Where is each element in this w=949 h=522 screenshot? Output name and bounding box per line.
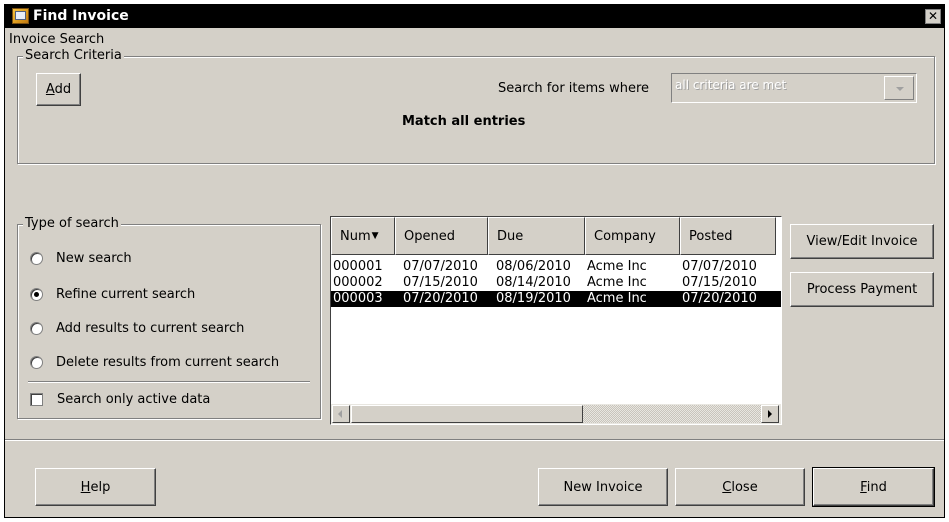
radio-label: Add results to current search	[56, 321, 245, 336]
column-header-posted[interactable]: Posted	[680, 217, 776, 255]
help-label: Help	[81, 480, 111, 495]
table-row[interactable]: 000001 07/07/2010 08/06/2010 Acme Inc 07…	[331, 259, 781, 275]
checkbox-icon[interactable]	[30, 393, 43, 406]
cell-posted: 07/07/2010	[682, 259, 757, 274]
close-label-rest: lose	[731, 479, 758, 495]
cell-due: 08/14/2010	[496, 275, 571, 290]
table-body: 000001 07/07/2010 08/06/2010 Acme Inc 07…	[331, 259, 781, 307]
window-title: Find Invoice	[33, 8, 129, 24]
header-label: Posted	[689, 228, 733, 244]
table-row-selected[interactable]: 000003 07/20/2010 08/19/2010 Acme Inc 07…	[331, 291, 781, 307]
column-header-num[interactable]: Num ▼	[331, 217, 395, 255]
radio-label: Refine current search	[56, 287, 196, 302]
radio-add-results[interactable]: Add results to current search	[30, 321, 244, 336]
type-of-search-group: Type of search New search Refine current…	[17, 216, 321, 419]
view-edit-label: View/Edit Invoice	[806, 234, 918, 249]
radio-label: Delete results from current search	[56, 355, 280, 370]
help-mnemonic: H	[80, 479, 91, 495]
horizontal-scrollbar[interactable]	[331, 404, 781, 424]
find-label-rest: ind	[866, 479, 887, 495]
new-invoice-button[interactable]: New Invoice	[538, 468, 668, 506]
find-button[interactable]: Find	[812, 467, 935, 507]
help-button[interactable]: Help	[35, 468, 156, 506]
cell-num: 000001	[333, 259, 383, 274]
type-of-search-legend: Type of search	[23, 216, 121, 231]
new-invoice-label: New Invoice	[563, 479, 643, 495]
add-criteria-button[interactable]: Add	[36, 73, 81, 106]
header-label: Due	[497, 228, 524, 244]
cell-opened: 07/20/2010	[403, 291, 478, 306]
search-criteria-legend: Search Criteria	[23, 48, 124, 63]
radio-refine-search[interactable]: Refine current search	[30, 287, 195, 302]
cell-posted: 07/15/2010	[682, 275, 757, 290]
radio-new-search[interactable]: New search	[30, 251, 132, 266]
radio-label: New search	[56, 251, 132, 266]
search-for-label: Search for items where	[498, 81, 650, 96]
active-only-label: Search only active data	[57, 392, 211, 407]
cell-num: 000003	[333, 291, 383, 306]
radio-icon[interactable]	[30, 322, 43, 335]
cell-num: 000002	[333, 275, 383, 290]
cell-due: 08/06/2010	[496, 259, 571, 274]
add-label-rest: dd	[54, 82, 72, 97]
cell-opened: 07/15/2010	[403, 275, 478, 290]
add-button-label: Add	[46, 82, 71, 97]
radio-icon[interactable]	[30, 356, 43, 369]
page-heading: Invoice Search	[9, 32, 105, 47]
header-label: Company	[594, 228, 656, 244]
match-entries-text: Match all entries	[402, 114, 526, 129]
search-criteria-group: Search Criteria Add Search for items whe…	[17, 48, 935, 164]
criteria-select-value: all criteria are met	[675, 78, 787, 92]
scroll-right-icon[interactable]	[761, 405, 779, 423]
table-row[interactable]: 000002 07/15/2010 08/14/2010 Acme Inc 07…	[331, 275, 781, 291]
radio-icon[interactable]	[30, 252, 43, 265]
column-header-due[interactable]: Due	[488, 217, 585, 255]
close-button[interactable]: Close	[675, 468, 805, 506]
header-label: Opened	[404, 228, 455, 244]
table-header: Num ▼ Opened Due Company Posted	[331, 217, 781, 255]
find-invoice-dialog: Find Invoice ✕ Invoice Search Search Cri…	[4, 4, 945, 518]
sort-desc-icon: ▼	[371, 231, 379, 241]
scroll-track[interactable]	[583, 405, 761, 423]
scroll-left-icon[interactable]	[332, 405, 350, 423]
active-only-checkbox-row[interactable]: Search only active data	[30, 392, 210, 407]
chevron-down-icon[interactable]	[884, 76, 914, 100]
close-label: Close	[722, 480, 757, 495]
find-label: Find	[860, 480, 887, 495]
add-mnemonic: A	[45, 82, 55, 97]
results-table[interactable]: Num ▼ Opened Due Company Posted 000001 07…	[330, 216, 782, 425]
app-icon	[12, 8, 29, 24]
cell-company: Acme Inc	[587, 259, 647, 274]
radio-delete-results[interactable]: Delete results from current search	[30, 355, 279, 370]
cell-due: 08/19/2010	[496, 291, 571, 306]
divider	[28, 381, 310, 383]
scroll-thumb[interactable]	[351, 405, 583, 423]
title-bar[interactable]: Find Invoice ✕	[5, 5, 944, 28]
criteria-select[interactable]: all criteria are met	[671, 73, 917, 103]
process-payment-button[interactable]: Process Payment	[790, 272, 934, 307]
header-label: Num	[340, 228, 371, 244]
help-label-rest: elp	[90, 479, 111, 495]
column-header-opened[interactable]: Opened	[395, 217, 488, 255]
radio-selected-icon[interactable]	[30, 288, 43, 301]
cell-posted: 07/20/2010	[682, 291, 757, 306]
cell-company: Acme Inc	[587, 275, 647, 290]
bottom-divider	[5, 439, 944, 441]
view-edit-invoice-button[interactable]: View/Edit Invoice	[790, 224, 934, 259]
close-mnemonic: C	[722, 479, 732, 495]
cell-opened: 07/07/2010	[403, 259, 478, 274]
close-icon[interactable]: ✕	[925, 9, 941, 24]
process-payment-label: Process Payment	[806, 282, 918, 297]
cell-company: Acme Inc	[587, 291, 647, 306]
column-header-company[interactable]: Company	[585, 217, 680, 255]
